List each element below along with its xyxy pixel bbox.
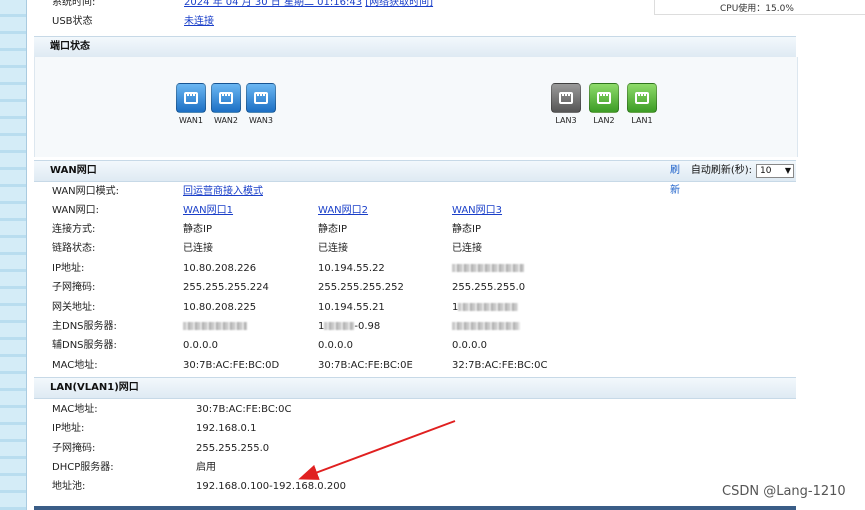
annotation-arrow-icon [298, 420, 456, 480]
watermark: CSDN @Lang-1210 [722, 484, 846, 499]
